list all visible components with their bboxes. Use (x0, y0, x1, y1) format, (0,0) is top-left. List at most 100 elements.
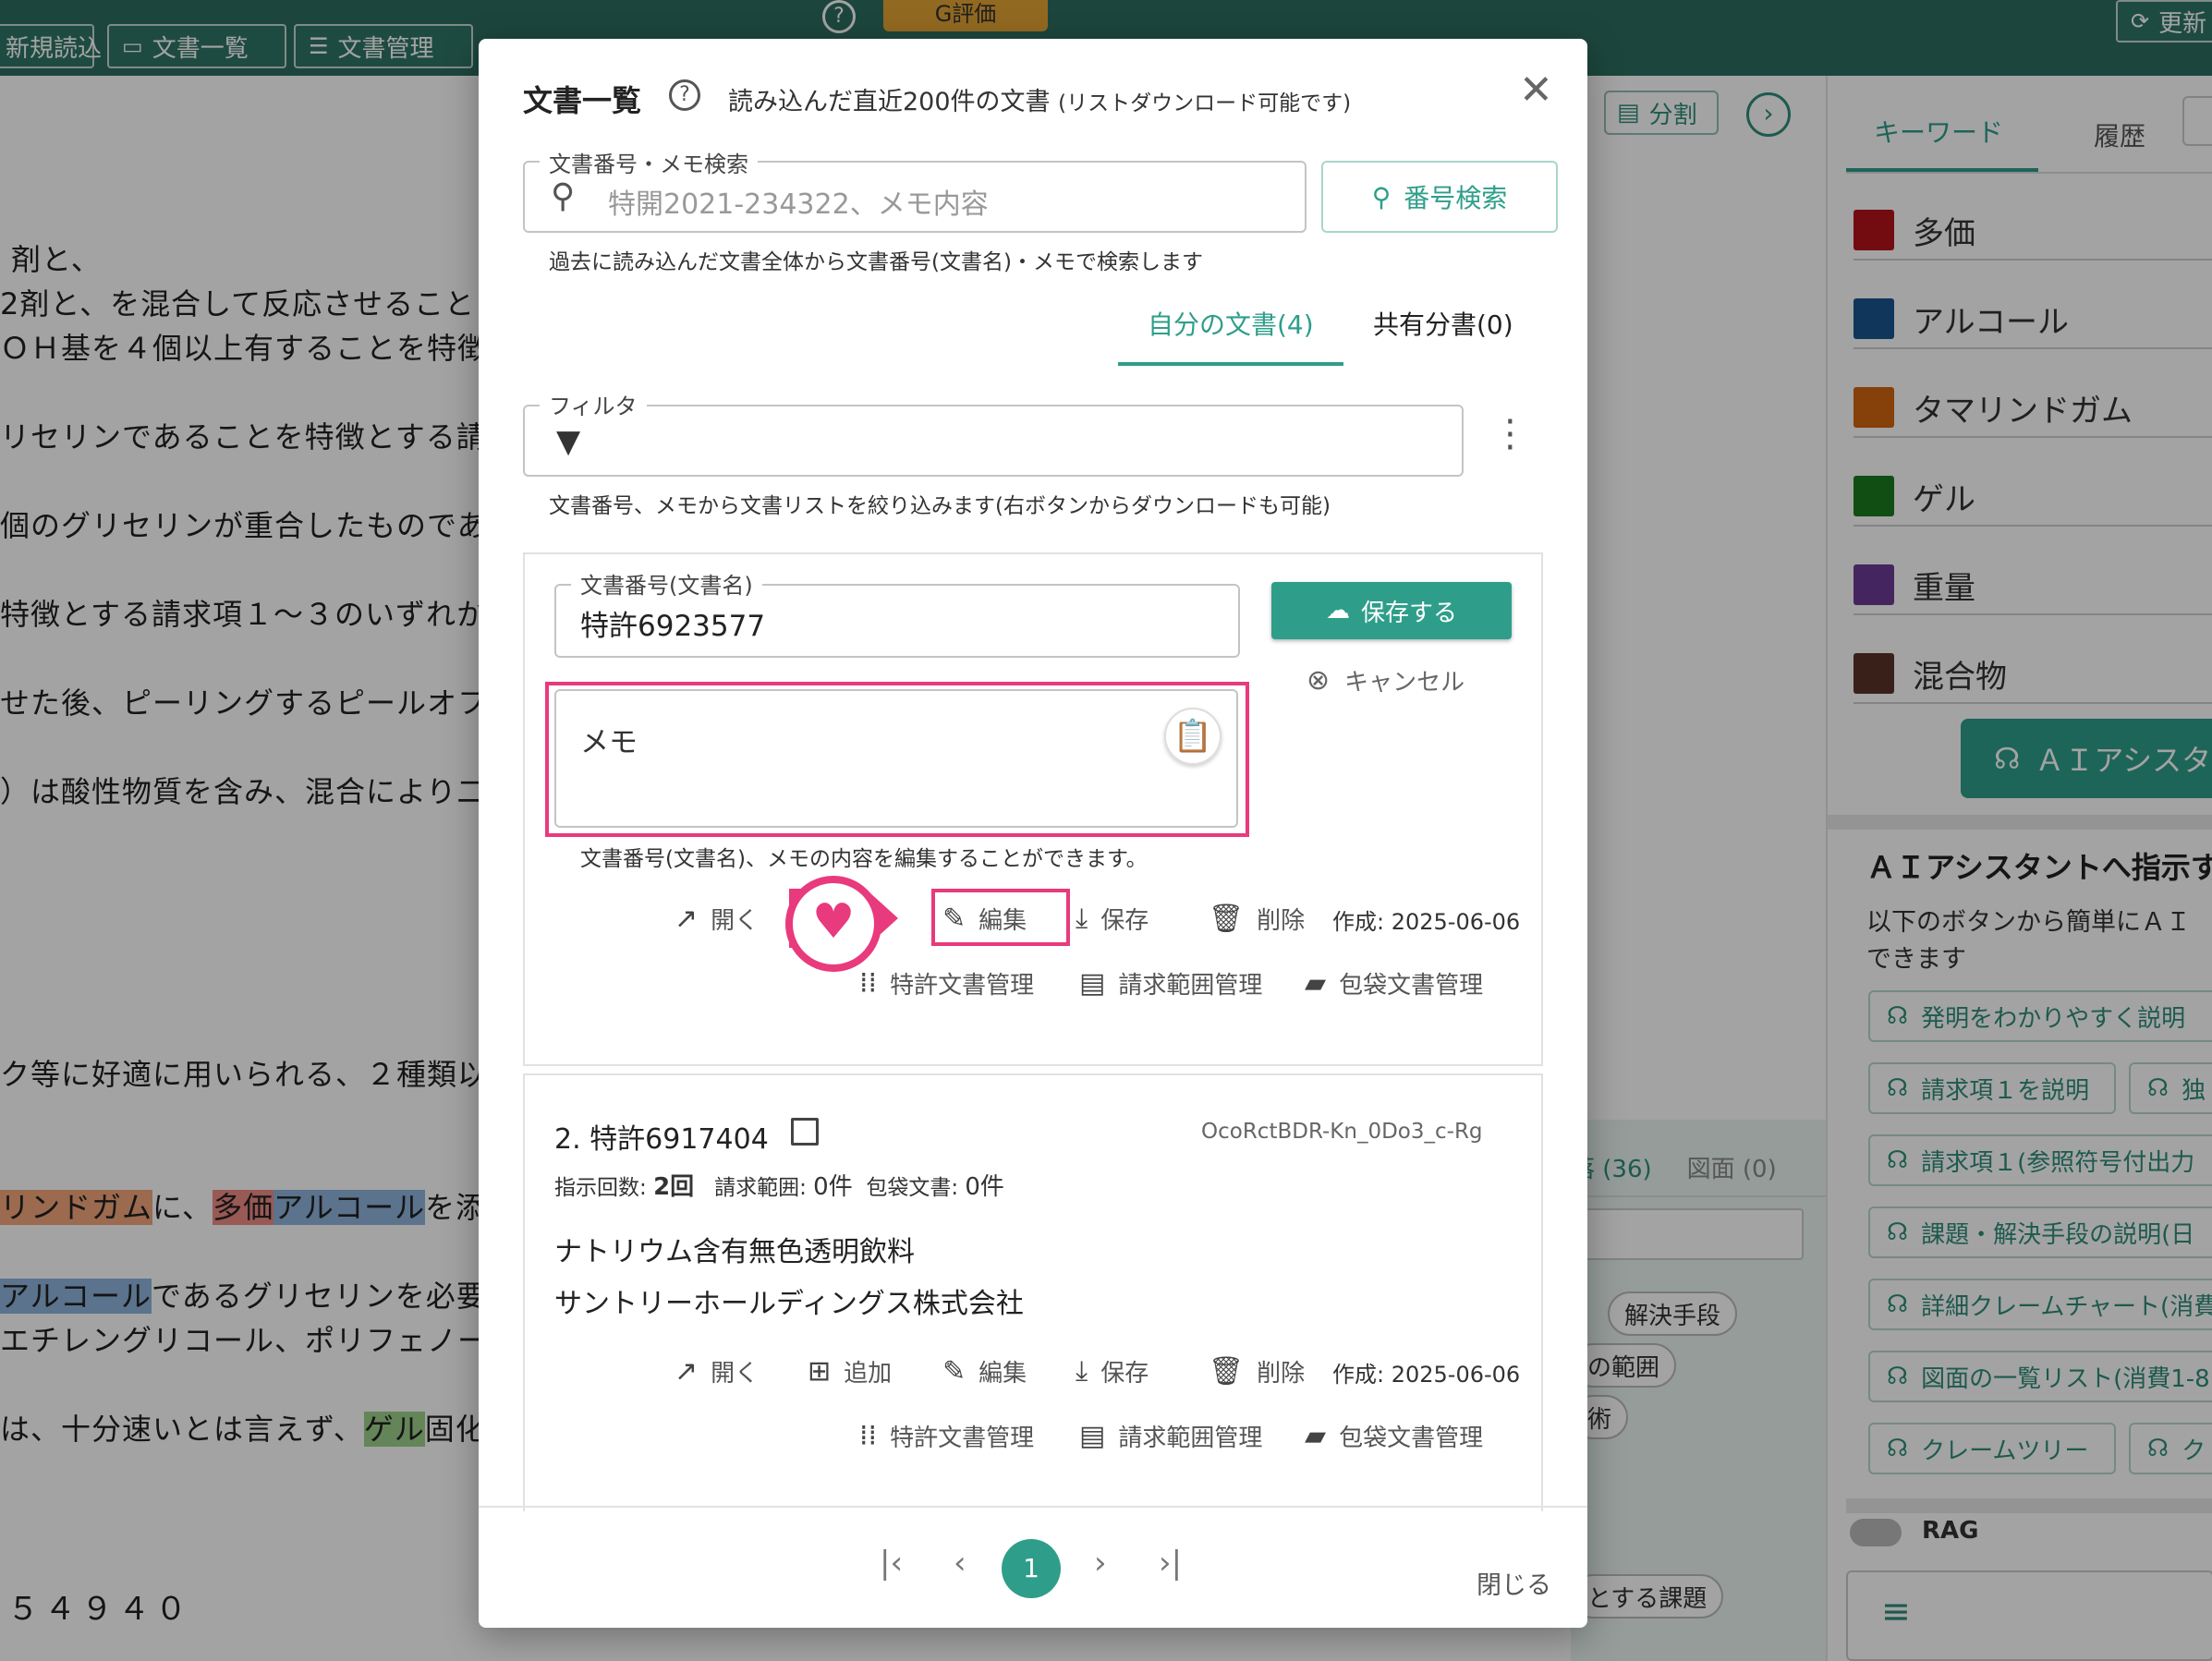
memo-placeholder: メモ (580, 726, 638, 759)
count-value: 2回 (653, 1173, 695, 1201)
next-page-icon[interactable]: › (1094, 1545, 1107, 1582)
close-icon[interactable]: ✕ (1519, 67, 1553, 114)
dialog-title: 文書一覧 (523, 83, 642, 118)
tab-shared-docs[interactable]: 共有分書(0) (1373, 305, 1513, 342)
docno-label: 文書番号(文書名) (571, 567, 762, 600)
filter-help: 文書番号、メモから文書リストを絞り込みます(右ボタンからダウンロードも可能) (549, 494, 1331, 518)
filter-label: フィルタ (540, 388, 647, 420)
clipboard-list-icon: ▤ (1079, 967, 1106, 1000)
wrapper-label: 包袋文書: (866, 1176, 959, 1200)
delete-button[interactable]: 🗑 削除 (1209, 902, 1305, 936)
dialog-subtitle: 読み込んだ直近200件の文書 (728, 88, 1051, 116)
filter-input[interactable] (523, 405, 1464, 477)
patent-mgmt-label: 特許文書管理 (890, 972, 1035, 1000)
search-icon: ⚲ (551, 177, 576, 215)
search-icon: ⚲ (1371, 181, 1392, 212)
cancel-label: キャンセル (1344, 669, 1465, 697)
open-in-new-icon: ↗ (675, 903, 699, 935)
cancel-icon: ⊗ (1307, 664, 1331, 697)
claims-mgmt-label: 請求範囲管理 (1118, 1425, 1263, 1452)
clipboard-icon[interactable]: 📋 (1164, 708, 1221, 765)
pencil-icon: ✎ (942, 903, 966, 935)
number-search-label: 番号検索 (1404, 183, 1508, 213)
wrapper-value: 0件 (965, 1173, 1004, 1201)
dialog-subtitle-row: 読み込んだ直近200件の文書 (リストダウンロード可能です) (728, 81, 1351, 117)
doc-index: 2. (554, 1123, 581, 1156)
download-label: 保存 (1100, 1360, 1149, 1388)
clipboard-list-icon: ▤ (1079, 1420, 1106, 1452)
cloud-upload-icon: ☁ (1325, 597, 1350, 624)
grid-icon: ⁞⁞ (859, 1420, 878, 1452)
help-icon[interactable]: ? (669, 79, 700, 111)
delete-button[interactable]: 🗑 削除 (1209, 1354, 1305, 1388)
number-search-button[interactable]: ⚲ 番号検索 (1321, 161, 1558, 233)
open-button[interactable]: ↗ 開く (675, 1354, 759, 1388)
select-checkbox[interactable] (791, 1118, 819, 1146)
save-label: 保存する (1360, 599, 1457, 627)
add-label: 追加 (844, 1360, 893, 1388)
download-icon: ⤓ (1076, 903, 1088, 935)
filter-icon: ▼ (556, 423, 581, 460)
patent-mgmt-button[interactable]: ⁞⁞ 特許文書管理 (859, 966, 1034, 1000)
delete-label: 削除 (1257, 907, 1306, 935)
heart-icon: ♥ (785, 876, 881, 972)
pencil-icon: ✎ (942, 1355, 966, 1388)
memo-input[interactable] (554, 689, 1238, 828)
search-label: 文書番号・メモ検索 (540, 146, 758, 178)
open-label: 開く (711, 1360, 760, 1388)
folders-icon: ▰ (1305, 967, 1327, 1000)
trash-icon: 🗑 (1209, 1355, 1245, 1388)
edit-help: 文書番号(文書名)、メモの内容を編集することができます。 (580, 847, 1148, 871)
patent-mgmt-label: 特許文書管理 (890, 1425, 1035, 1452)
prev-page-icon[interactable]: ‹ (954, 1545, 966, 1582)
claims-mgmt-label: 請求範囲管理 (1118, 972, 1263, 1000)
open-label: 開く (711, 907, 760, 935)
open-in-new-icon: ↗ (675, 1355, 699, 1388)
claims-mgmt-button[interactable]: ▤ 請求範囲管理 (1079, 1419, 1262, 1453)
count-label: 指示回数: (554, 1176, 647, 1200)
add-button[interactable]: ⊞ 追加 (808, 1354, 892, 1388)
created-date: 作成: 2025-06-06 (1332, 909, 1521, 935)
doc-list-dialog: 文書一覧 ? 読み込んだ直近200件の文書 (リストダウンロード可能です) ✕ … (479, 39, 1587, 1628)
close-button[interactable]: 閉じる (1477, 1565, 1551, 1601)
download-button[interactable]: ⤓ 保存 (1076, 1354, 1149, 1388)
more-vert-icon[interactable]: · · · (1504, 404, 1516, 467)
download-label: 保存 (1100, 907, 1149, 935)
claims-label: 請求範囲: (714, 1176, 807, 1200)
edit-button[interactable]: ✎ 編集 (942, 902, 1027, 936)
add-box-icon: ⊞ (808, 1355, 832, 1388)
wrapper-mgmt-label: 包袋文書管理 (1339, 972, 1484, 1000)
search-help: 過去に読み込んだ文書全体から文書番号(文書名)・メモで検索します (549, 250, 1203, 274)
page-number-button[interactable]: 1 (1002, 1539, 1061, 1598)
edit-label: 編集 (978, 907, 1027, 935)
patent-mgmt-button[interactable]: ⁞⁞ 特許文書管理 (859, 1419, 1034, 1453)
doc-card-title: 2. 特許6917404 (554, 1116, 769, 1157)
tab-indicator (1118, 362, 1343, 366)
cancel-button[interactable]: ⊗ キャンセル (1307, 663, 1465, 697)
last-page-icon[interactable]: ›| (1159, 1545, 1182, 1582)
footer-divider (479, 1506, 1587, 1508)
trash-icon: 🗑 (1209, 903, 1245, 935)
download-button[interactable]: ⤓ 保存 (1076, 902, 1149, 936)
save-button[interactable]: ☁ 保存する (1271, 582, 1512, 639)
wrapper-mgmt-label: 包袋文書管理 (1339, 1425, 1484, 1452)
tab-my-docs[interactable]: 自分の文書(4) (1148, 305, 1314, 342)
folders-icon: ▰ (1305, 1420, 1327, 1452)
doc-title: 特許6917404 (589, 1123, 769, 1156)
edit-label: 編集 (978, 1360, 1027, 1388)
claims-value: 0件 (813, 1173, 853, 1201)
created-date: 作成: 2025-06-06 (1332, 1362, 1521, 1388)
claims-mgmt-button[interactable]: ▤ 請求範囲管理 (1079, 966, 1262, 1000)
doc-subject: ナトリウム含有無色透明飲料 (554, 1236, 915, 1268)
search-placeholder: 特開2021-234322、メモ内容 (608, 188, 989, 221)
first-page-icon[interactable]: |‹ (880, 1545, 903, 1582)
grid-icon: ⁞⁞ (859, 967, 878, 1000)
open-button[interactable]: ↗ 開く (675, 902, 759, 936)
edit-button[interactable]: ✎ 編集 (942, 1354, 1027, 1388)
dialog-subnote: (リストダウンロード可能です) (1058, 91, 1352, 115)
doc-id: OcoRctBDR-Kn_0Do3_c-Rg (1201, 1120, 1483, 1144)
doc-applicant: サントリーホールディングス株式会社 (554, 1288, 1024, 1320)
wrapper-mgmt-button[interactable]: ▰ 包袋文書管理 (1305, 966, 1483, 1000)
docno-value: 特許6923577 (580, 610, 766, 643)
wrapper-mgmt-button[interactable]: ▰ 包袋文書管理 (1305, 1419, 1483, 1453)
